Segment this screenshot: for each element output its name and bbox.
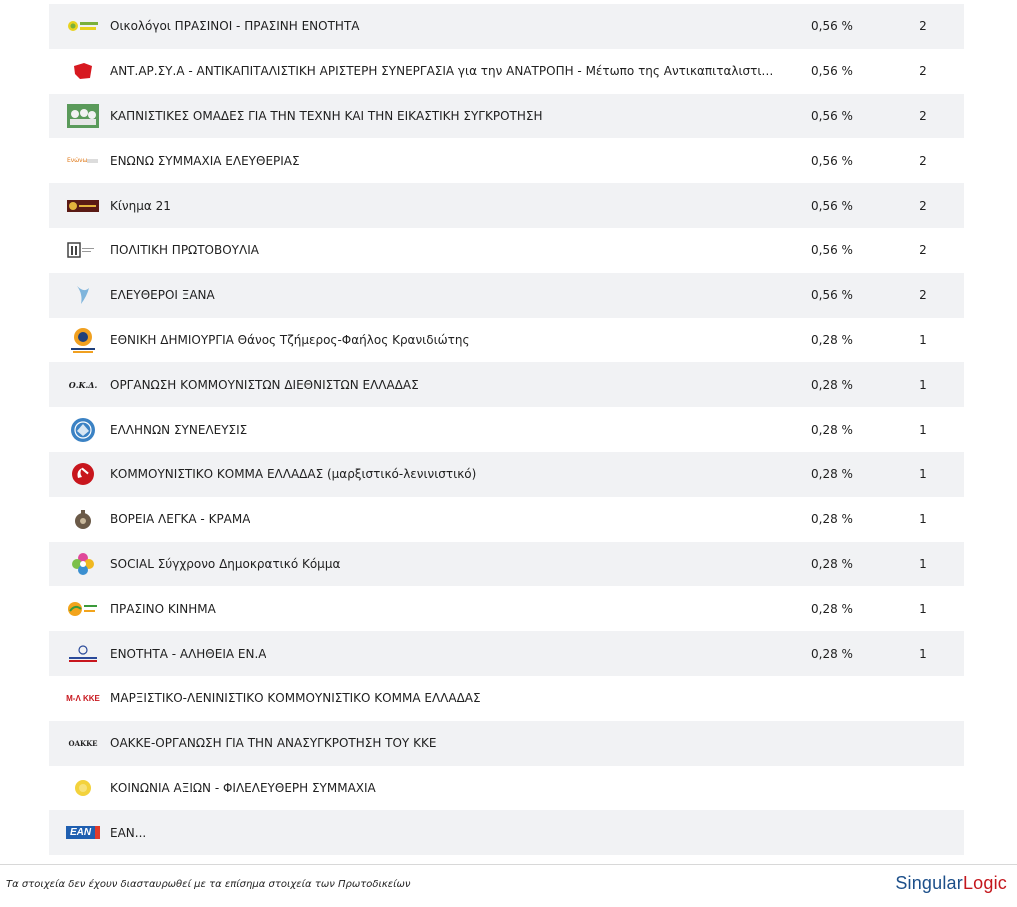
party-name: ΚΟΜΜΟΥΝΙΣΤΙΚΟ ΚΟΜΜΑ ΕΛΛΑΔΑΣ (μαρξιστικό-… (110, 467, 477, 482)
seats: 1 (919, 467, 927, 482)
table-row[interactable]: Ενώνω ΕΝΩΝΩ ΣΥΜΜΑΧΙΑ ΕΛΕΥΘΕΡΙΑΣ 0,56 % 2 (49, 138, 964, 183)
table-row[interactable]: SOCIAL Σύγχρονο Δημοκρατικό Κόμμα 0,28 %… (49, 541, 964, 587)
party-name: ΕΝΟΤΗΤΑ - ΑΛΗΘΕΙΑ ΕΝ.Α (110, 646, 267, 661)
table-row[interactable]: ΚΑΠΝΙΣΤΙΚΕΣ ΟΜΑΔΕΣ ΓΙΑ ΤΗΝ ΤΕΧΝΗ ΚΑΙ ΤΗΝ… (49, 93, 964, 139)
party-name: ΑΝΤ.ΑΡ.ΣΥ.Α - ΑΝΤΙΚΑΠΙΤΑΛΙΣΤΙΚΗ ΑΡΙΣΤΕΡΗ… (110, 64, 775, 79)
party-name: ΟΑΚΚΕ-ΟΡΓΑΝΩΣΗ ΓΙΑ ΤΗΝ ΑΝΑΣΥΓΚΡΟΤΗΣΗ ΤΟΥ… (110, 736, 437, 751)
flower-logo-icon (67, 551, 99, 577)
percentage: 0,28 % (811, 646, 853, 661)
percentage: 0,56 % (811, 288, 853, 303)
percentage: 0,56 % (811, 64, 853, 79)
footer: Τα στοιχεία δεν έχουν διασταυρωθεί με τα… (0, 864, 1017, 907)
percentage: 0,28 % (811, 601, 853, 616)
party-name: ΠΟΛΙΤΙΚΗ ΠΡΩΤΟΒΟΥΛΙΑ (110, 243, 259, 258)
table-row[interactable]: ΚΟΙΝΩΝΙΑ ΑΞΙΩΝ - ΦΙΛΕΛΕΥΘΕΡΗ ΣΥΜΜΑΧΙΑ (49, 766, 964, 811)
party-name: ΕΝΩΝΩ ΣΥΜΜΑΧΙΑ ΕΛΕΥΘΕΡΙΑΣ (110, 153, 300, 168)
percentage: 0,28 % (811, 422, 853, 437)
party-name: Κίνημα 21 (110, 198, 171, 213)
party-name: ΚΑΠΝΙΣΤΙΚΕΣ ΟΜΑΔΕΣ ΓΙΑ ΤΗΝ ΤΕΧΝΗ ΚΑΙ ΤΗΝ… (110, 108, 543, 123)
okd-logo-icon: Ο.Κ.Δ. (67, 372, 99, 398)
party-name: ΕΑΝ... (110, 825, 147, 840)
red-flag-logo-icon (67, 58, 99, 84)
ml-kke-logo-text: Μ-Λ ΚΚΕ (66, 693, 100, 703)
percentage: 0,28 % (811, 467, 853, 482)
ml-kke-logo-icon: Μ-Λ ΚΚΕ (66, 685, 100, 711)
party-name: ΜΑΡΞΙΣΤΙΚΟ-ΛΕΝΙΝΙΣΤΙΚΟ ΚΟΜΜΟΥΝΙΣΤΙΚΟ ΚΟΜ… (110, 691, 481, 706)
percentage: 0,28 % (811, 377, 853, 392)
seats: 2 (919, 64, 927, 79)
seats: 1 (919, 646, 927, 661)
percentage: 0,56 % (811, 153, 853, 168)
party-name: Οικολόγοι ΠΡΑΣΙΝΟΙ - ΠΡΑΣΙΝΗ ΕΝΟΤΗΤΑ (110, 19, 360, 34)
kettle-logo-icon (67, 506, 99, 532)
percentage: 0,56 % (811, 243, 853, 258)
party-name: ΒΟΡΕΙΑ ΛΕΓΚΑ - ΚΡΑΜΑ (110, 512, 251, 527)
table-row[interactable]: ΟΑΚΚΕ ΟΑΚΚΕ-ΟΡΓΑΝΩΣΗ ΓΙΑ ΤΗΝ ΑΝΑΣΥΓΚΡΟΤΗ… (49, 720, 964, 766)
table-row[interactable]: ΕΝΟΤΗΤΑ - ΑΛΗΘΕΙΑ ΕΝ.Α 0,28 % 1 (49, 631, 964, 676)
table-row[interactable]: ΠΟΛΙΤΙΚΗ ΠΡΩΤΟΒΟΥΛΙΑ 0,56 % 2 (49, 228, 964, 273)
singular-logic-logo[interactable]: SingularLogic (895, 873, 1007, 894)
party-name: ΕΘΝΙΚΗ ΔΗΜΙΟΥΡΓΙΑ Θάνος Τζήμερος-Φαήλος … (110, 332, 470, 347)
table-row[interactable]: ΚΟΜΜΟΥΝΙΣΤΙΚΟ ΚΟΜΜΑ ΕΛΛΑΔΑΣ (μαρξιστικό-… (49, 451, 964, 497)
enono-logo-icon: Ενώνω (67, 148, 99, 174)
seats: 1 (919, 332, 927, 347)
seats: 1 (919, 512, 927, 527)
ethniki-dimiourgia-logo-icon (67, 327, 99, 353)
party-name: ΕΛΛΗΝΩΝ ΣΥΝΕΛΕΥΣΙΣ (110, 422, 248, 437)
table-row[interactable]: Μ-Λ ΚΚΕ ΜΑΡΞΙΣΤΙΚΟ-ΛΕΝΙΝΙΣΤΙΚΟ ΚΟΜΜΟΥΝΙΣ… (49, 676, 964, 721)
hammer-sickle-logo-icon (67, 461, 99, 487)
table-row[interactable]: ΑΝΤ.ΑΡ.ΣΥ.Α - ΑΝΤΙΚΑΠΙΤΑΛΙΣΤΙΚΗ ΑΡΙΣΤΕΡΗ… (49, 49, 964, 94)
percentage: 0,28 % (811, 332, 853, 347)
seats: 1 (919, 422, 927, 437)
seats: 1 (919, 377, 927, 392)
yellow-circle-logo-icon (67, 775, 99, 801)
svg-text:Ενώνω: Ενώνω (67, 157, 88, 164)
table-row[interactable]: Οικολόγοι ΠΡΑΣΙΝΟΙ - ΠΡΑΣΙΝΗ ΕΝΟΤΗΤΑ 0,5… (49, 4, 964, 49)
green-sun-logo-icon (67, 13, 99, 39)
results-table: Οικολόγοι ΠΡΑΣΙΝΟΙ - ΠΡΑΣΙΝΗ ΕΝΟΤΗΤΑ 0,5… (49, 4, 964, 856)
party-name: SOCIAL Σύγχρονο Δημοκρατικό Κόμμα (110, 556, 341, 571)
brand-part-1: Singular (895, 873, 963, 893)
seats: 1 (919, 556, 927, 571)
table-row[interactable]: Κίνημα 21 0,56 % 2 (49, 183, 964, 228)
seats: 1 (919, 601, 927, 616)
percentage: 0,56 % (811, 108, 853, 123)
disclaimer-note: Τα στοιχεία δεν έχουν διασταυρωθεί με τα… (6, 879, 411, 890)
seats: 2 (919, 108, 927, 123)
ena-logo-icon (67, 641, 99, 667)
percentage: 0,56 % (811, 19, 853, 34)
group-photo-logo-icon (67, 103, 99, 129)
ean-logo-text: ΕΑΝ (65, 826, 101, 840)
percentage: 0,28 % (811, 512, 853, 527)
oakke-logo-text: ΟΑΚΚΕ (68, 738, 98, 748)
seats: 2 (919, 19, 927, 34)
okd-logo-text: Ο.Κ.Δ. (68, 379, 98, 390)
prasino-kinima-logo-icon (67, 596, 99, 622)
ean-logo-icon: ΕΑΝ (65, 820, 101, 846)
table-row[interactable]: ΕΑΝ ΕΑΝ... (49, 810, 964, 856)
table-row[interactable]: ΒΟΡΕΙΑ ΛΕΓΚΑ - ΚΡΑΜΑ 0,28 % 1 (49, 497, 964, 542)
table-row[interactable]: Ο.Κ.Δ. ΟΡΓΑΝΩΣΗ ΚΟΜΜΟΥΝΙΣΤΩΝ ΔΙΕΘΝΙΣΤΩΝ … (49, 362, 964, 408)
seats: 2 (919, 153, 927, 168)
party-name: ΟΡΓΑΝΩΣΗ ΚΟΜΜΟΥΝΙΣΤΩΝ ΔΙΕΘΝΙΣΤΩΝ ΕΛΛΑΔΑΣ (110, 377, 419, 392)
blue-circle-logo-icon (67, 417, 99, 443)
table-row[interactable]: ΕΘΝΙΚΗ ΔΗΜΙΟΥΡΓΙΑ Θάνος Τζήμερος-Φαήλος … (49, 318, 964, 363)
table-row[interactable]: ΕΛΕΥΘΕΡΟΙ ΞΑΝΑ 0,56 % 2 (49, 272, 964, 318)
seats: 2 (919, 198, 927, 213)
party-name: ΠΡΑΣΙΝΟ ΚΙΝΗΜΑ (110, 601, 216, 616)
seats: 2 (919, 288, 927, 303)
bird-logo-icon (67, 282, 99, 308)
table-row[interactable]: ΠΡΑΣΙΝΟ ΚΙΝΗΜΑ 0,28 % 1 (49, 586, 964, 631)
party-name: ΚΟΙΝΩΝΙΑ ΑΞΙΩΝ - ΦΙΛΕΛΕΥΘΕΡΗ ΣΥΜΜΑΧΙΑ (110, 780, 376, 795)
pp-logo-icon (67, 237, 99, 263)
table-row[interactable]: ΕΛΛΗΝΩΝ ΣΥΝΕΛΕΥΣΙΣ 0,28 % 1 (49, 407, 964, 452)
percentage: 0,56 % (811, 198, 853, 213)
oakke-logo-icon: ΟΑΚΚΕ (67, 730, 99, 756)
seats: 2 (919, 243, 927, 258)
party-name: ΕΛΕΥΘΕΡΟΙ ΞΑΝΑ (110, 288, 215, 303)
kinima21-logo-icon (67, 193, 99, 219)
percentage: 0,28 % (811, 556, 853, 571)
brand-part-2: Logic (962, 873, 1007, 893)
